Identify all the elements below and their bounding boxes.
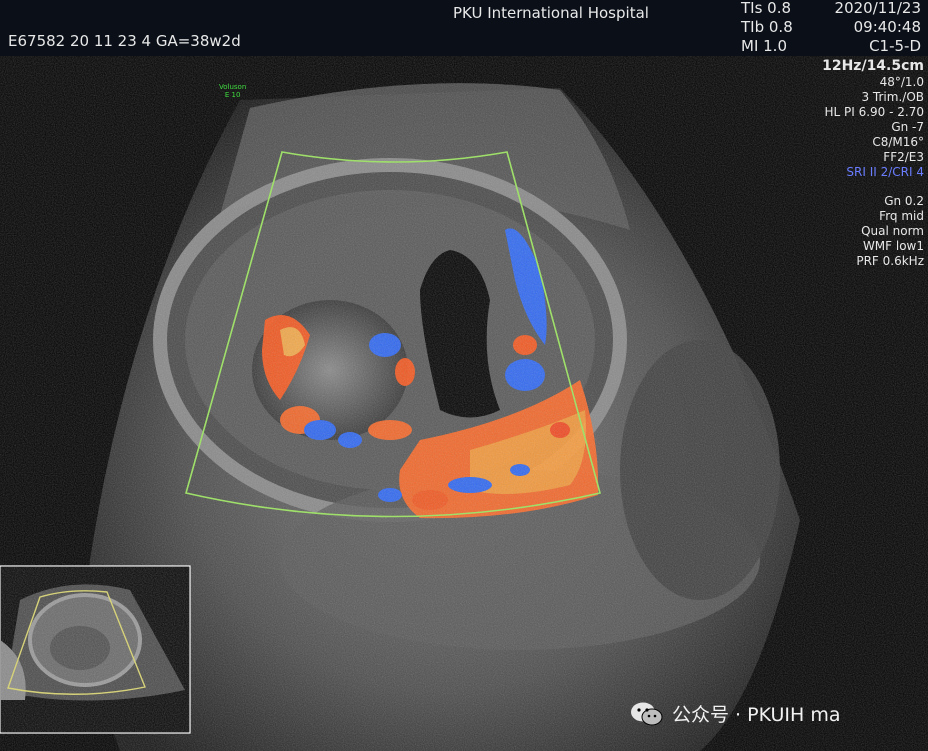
hospital-name: PKU International Hospital <box>453 4 649 22</box>
reference-thumbnail <box>0 565 191 734</box>
color-param-item: PRF 0.6kHz <box>856 254 924 268</box>
param-item: FF2/E3 <box>883 150 924 164</box>
watermark-text: 公众号 · PKUIH ma <box>672 704 841 726</box>
voluson-logo: Voluson E 10 <box>219 83 247 99</box>
param-item: 48°/1.0 <box>879 75 924 89</box>
imaging-parameters: 12Hz/14.5cm 48°/1.0 3 Trim./OB HL PI 6.9… <box>822 57 924 269</box>
watermark: 公众号 · PKUIH ma <box>630 700 841 727</box>
param-item: HL PI 6.90 - 2.70 <box>824 105 924 119</box>
param-item: Gn -7 <box>891 120 924 134</box>
probe-label: C1-5-D <box>869 37 921 55</box>
ultrasound-image <box>0 56 928 751</box>
wechat-icon <box>631 702 663 725</box>
color-param-item: WMF low1 <box>862 239 924 253</box>
color-param-item: Gn 0.2 <box>884 194 924 208</box>
exam-time: 09:40:48 <box>853 18 921 36</box>
exam-date: 2020/11/23 <box>834 0 921 17</box>
depth-readout: 12Hz/14.5cm <box>822 58 924 74</box>
param-item: 3 Trim./OB <box>861 90 924 104</box>
color-param-item: Frq mid <box>879 209 924 223</box>
color-param-item: Qual norm <box>861 224 924 238</box>
mechanical-index: MI 1.0 <box>741 37 787 55</box>
thermal-index-soft: TIs 0.8 <box>741 0 792 17</box>
patient-id-line: E67582 20 11 23 4 GA=38w2d <box>8 32 241 50</box>
sri-readout: SRI II 2/CRI 4 <box>846 165 924 179</box>
param-item: C8/M16° <box>872 135 924 149</box>
thermal-index-bone: TIb 0.8 <box>741 18 793 36</box>
